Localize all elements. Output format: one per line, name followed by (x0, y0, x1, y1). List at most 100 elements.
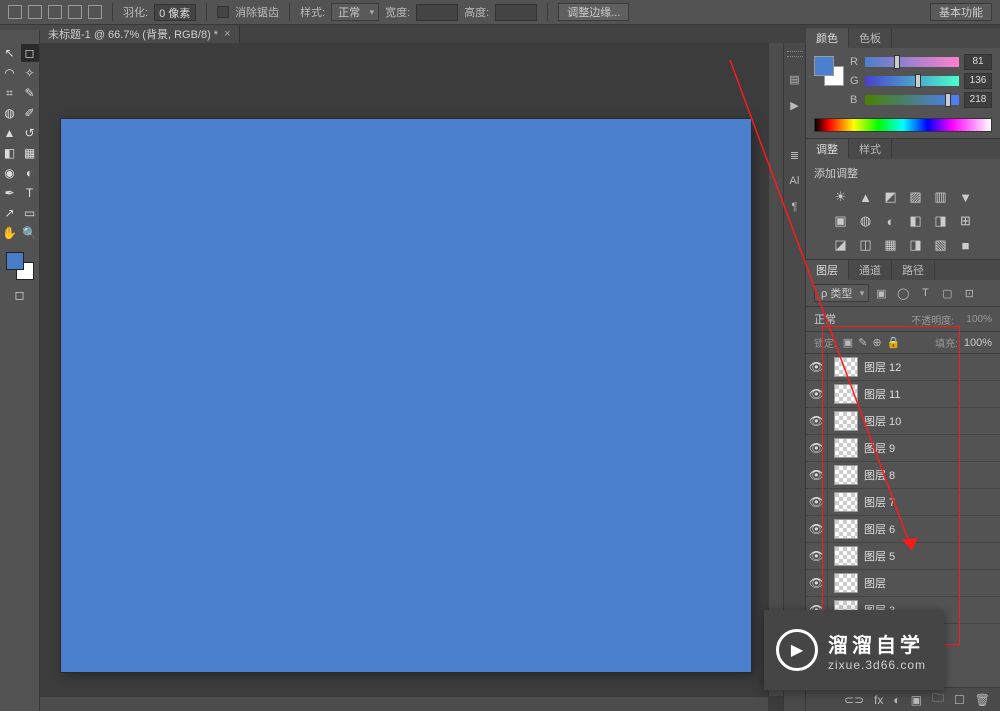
layer-row[interactable]: 👁图层 6 (806, 516, 1000, 543)
layer-filter-dropdown[interactable]: ρ 类型 (814, 284, 869, 302)
adjustment-icon[interactable]: ◪ (833, 237, 849, 253)
blend-mode-dropdown[interactable]: 正常 (814, 311, 905, 327)
layer-row[interactable]: 👁图层 9 (806, 435, 1000, 462)
blur-tool[interactable]: ◉ (1, 164, 19, 182)
eyedropper-tool[interactable]: ✎ (21, 84, 39, 102)
visibility-toggle-icon[interactable]: 👁 (806, 354, 828, 380)
lasso-tool[interactable]: ◠ (1, 64, 19, 82)
lock-icon[interactable]: ⊕ (872, 336, 881, 349)
adjustment-icon[interactable]: ▣ (833, 213, 849, 229)
marquee-row-icon[interactable] (68, 5, 82, 19)
layer-row[interactable]: 👁图层 (806, 570, 1000, 597)
layer-thumbnail[interactable] (834, 357, 858, 377)
layer-row[interactable]: 👁图层 11 (806, 381, 1000, 408)
foreground-swatch[interactable] (6, 252, 24, 270)
layer-panel-button[interactable]: 🗀 (932, 689, 944, 710)
fill-value[interactable]: 100% (964, 337, 992, 349)
adjustment-icon[interactable]: ◐ (883, 213, 899, 229)
pen-tool[interactable]: ✒ (1, 184, 19, 202)
layer-panel-button[interactable]: ☐ (954, 693, 965, 707)
layer-thumbnail[interactable] (834, 438, 858, 458)
play-icon[interactable]: ▶ (787, 97, 803, 113)
g-value[interactable]: 136 (964, 73, 992, 89)
layer-thumbnail[interactable] (834, 546, 858, 566)
layer-thumbnail[interactable] (834, 519, 858, 539)
path-tool[interactable]: ↗ (1, 204, 19, 222)
gradient-tool[interactable]: ▦ (21, 144, 39, 162)
adjustment-icon[interactable]: ▲ (858, 189, 874, 205)
adjustment-icon[interactable]: ▧ (933, 237, 949, 253)
lock-icon[interactable]: ✎ (858, 336, 867, 349)
adjustment-icon[interactable]: ▼ (958, 189, 974, 205)
layer-panel-button[interactable]: fx (874, 693, 883, 707)
tab-paths[interactable]: 路径 (892, 260, 935, 280)
healing-tool[interactable]: ◍ (1, 104, 19, 122)
layer-thumbnail[interactable] (834, 492, 858, 512)
layer-panel-button[interactable]: ▣ (911, 693, 922, 707)
antialias-checkbox[interactable] (217, 6, 229, 18)
feather-input[interactable]: 0 像素 (154, 4, 196, 21)
r-slider[interactable] (865, 57, 959, 67)
marquee-tool[interactable]: ◻ (21, 44, 39, 62)
color-swatch-pair[interactable] (6, 252, 34, 280)
layer-row[interactable]: 👁图层 8 (806, 462, 1000, 489)
tab-layers[interactable]: 图层 (806, 260, 849, 280)
paragraph-panel-icon[interactable]: ¶ (787, 199, 803, 215)
panel-swatch-pair[interactable] (814, 56, 844, 86)
b-value[interactable]: 218 (964, 92, 992, 108)
layer-thumbnail[interactable] (834, 384, 858, 404)
crop-tool[interactable]: ⌗ (1, 84, 19, 102)
visibility-toggle-icon[interactable]: 👁 (806, 516, 828, 542)
vertical-scrollbar[interactable] (768, 43, 783, 696)
adjustment-icon[interactable]: ▦ (883, 237, 899, 253)
layer-thumbnail[interactable] (834, 411, 858, 431)
character-panel-icon[interactable]: Aǀ (787, 173, 803, 189)
layer-row[interactable]: 👁图层 12 (806, 354, 1000, 381)
opacity-value[interactable]: 100% (960, 314, 992, 325)
tab-color[interactable]: 颜色 (806, 28, 849, 48)
refine-edge-button[interactable]: 调整边缘... (558, 3, 629, 21)
type-tool[interactable]: T (21, 184, 39, 202)
zoom-tool[interactable]: 🔍 (21, 224, 39, 242)
tool-preset-icon[interactable] (8, 5, 22, 19)
dodge-tool[interactable]: ◐ (21, 164, 39, 182)
lock-icon[interactable]: 🔒 (887, 336, 901, 349)
panel-grip-icon[interactable] (787, 51, 803, 57)
layer-filter-icon[interactable]: ◯ (895, 285, 911, 301)
layer-filter-icon[interactable]: T (917, 285, 933, 301)
history-brush-tool[interactable]: ↺ (21, 124, 39, 142)
history-panel-icon[interactable]: ▤ (787, 71, 803, 87)
adjustment-icon[interactable]: ◧ (908, 213, 924, 229)
brushes-panel-icon[interactable]: ≣ (787, 147, 803, 163)
visibility-toggle-icon[interactable]: 👁 (806, 381, 828, 407)
visibility-toggle-icon[interactable]: 👁 (806, 489, 828, 515)
tab-swatches[interactable]: 色板 (849, 28, 892, 48)
layer-panel-button[interactable]: 🗑 (975, 693, 990, 707)
adjustment-icon[interactable]: ◩ (883, 189, 899, 205)
color-ramp[interactable] (814, 118, 992, 132)
shape-tool[interactable]: ▭ (21, 204, 39, 222)
r-value[interactable]: 81 (964, 54, 992, 70)
canvas[interactable] (61, 119, 751, 672)
visibility-toggle-icon[interactable]: 👁 (806, 570, 828, 596)
layer-panel-button[interactable]: ◐ (893, 693, 900, 707)
wand-tool[interactable]: ✧ (21, 64, 39, 82)
tab-channels[interactable]: 通道 (849, 260, 892, 280)
horizontal-scrollbar[interactable] (40, 696, 768, 711)
b-slider[interactable] (865, 95, 959, 105)
document-tab[interactable]: 未标题-1 @ 66.7% (背景, RGB/8) * × (40, 25, 240, 43)
adjustment-icon[interactable]: ◫ (858, 237, 874, 253)
adjustment-icon[interactable]: ◍ (858, 213, 874, 229)
adjustment-icon[interactable]: ⊞ (958, 213, 974, 229)
tab-adjustments[interactable]: 调整 (806, 139, 849, 159)
panel-fg-swatch[interactable] (814, 56, 834, 76)
brush-tool[interactable]: ✐ (21, 104, 39, 122)
layer-thumbnail[interactable] (834, 573, 858, 593)
style-dropdown[interactable]: 正常 (331, 3, 379, 21)
close-icon[interactable]: × (224, 28, 230, 40)
layer-thumbnail[interactable] (834, 465, 858, 485)
visibility-toggle-icon[interactable]: 👁 (806, 408, 828, 434)
marquee-col-icon[interactable] (88, 5, 102, 19)
eraser-tool[interactable]: ◧ (1, 144, 19, 162)
adjustment-icon[interactable]: ☀ (833, 189, 849, 205)
